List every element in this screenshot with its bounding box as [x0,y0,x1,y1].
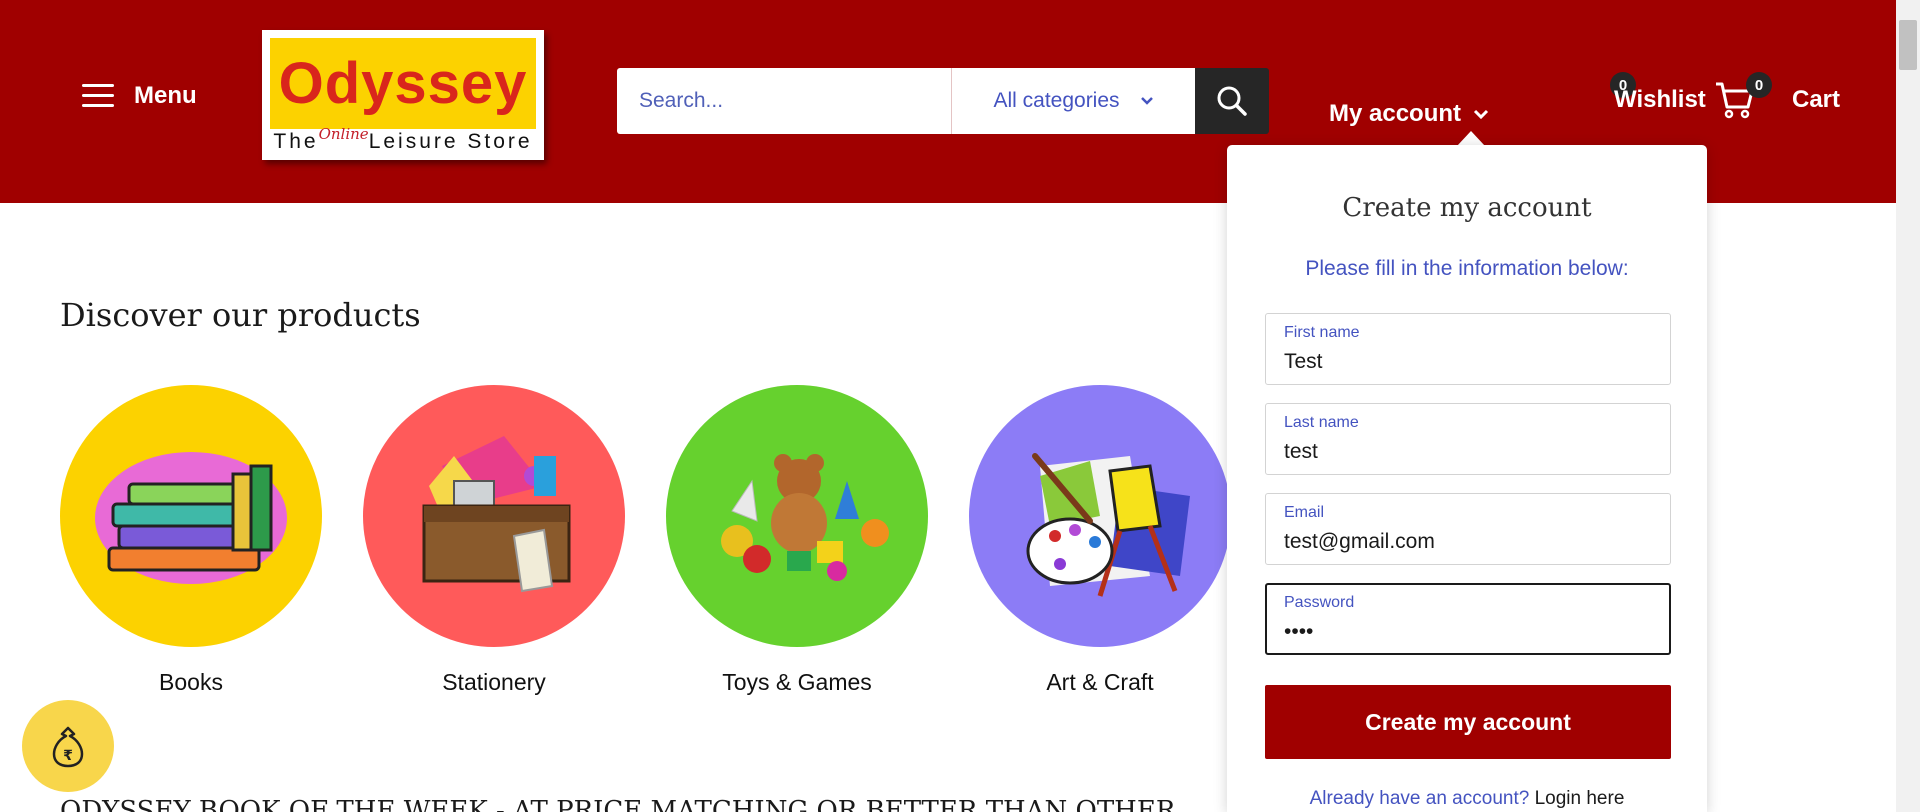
search-button[interactable] [1195,68,1269,134]
category-books[interactable]: Books [60,385,322,696]
search-icon [1217,86,1247,116]
category-label: Books [159,669,223,695]
category-art-craft[interactable]: Art & Craft [969,385,1231,696]
category-select[interactable]: All categories [951,68,1195,134]
logo-banner: Odyssey [270,38,536,129]
password-input[interactable]: •••• [1284,620,1664,644]
logo-tagline-script: Online [318,125,369,143]
chevron-down-icon [1473,109,1489,119]
search-input[interactable] [617,68,951,134]
logo-tagline: TheOnlineLeisure Store [262,125,544,154]
logo-brand: Odyssey [278,51,528,116]
hamburger-icon [82,84,114,108]
last-name-input[interactable]: test [1284,440,1664,464]
email-input[interactable]: test@gmail.com [1284,530,1664,554]
email-field[interactable]: Email test@gmail.com [1265,493,1671,565]
password-field[interactable]: Password •••• [1265,583,1671,655]
login-link[interactable]: Login here [1535,788,1625,809]
last-name-field[interactable]: Last name test [1265,403,1671,475]
login-prompt: Already have an account? Login here [1227,788,1707,810]
logo-tagline-right: Leisure Store [368,130,533,153]
book-of-week-heading: ODYSSEY BOOK OF THE WEEK - AT PRICE MATC… [60,796,1176,812]
cart-link[interactable]: Cart [1792,86,1840,114]
svg-text:₹: ₹ [63,748,73,764]
panel-subtitle: Please fill in the information below: [1305,257,1629,280]
site-logo[interactable]: Odyssey TheOnlineLeisure Store [262,30,544,160]
field-label: Password [1284,594,1355,611]
floating-money-button[interactable]: ₹ [22,700,114,792]
field-label: Last name [1284,414,1359,431]
category-label: Art & Craft [1046,669,1154,695]
category-label: Toys & Games [722,669,872,695]
my-account-toggle[interactable]: My account [1329,100,1489,128]
category-toys-games[interactable]: Toys & Games [666,385,928,696]
toys-icon [666,385,928,647]
chevron-down-icon [1140,97,1153,105]
create-account-button[interactable]: Create my account [1265,685,1671,759]
rupee-money-bag-icon: ₹ [52,726,84,768]
search-bar: All categories [617,68,1269,134]
books-icon [60,385,322,647]
stationery-box-icon [363,385,625,647]
panel-title: Create my account [1342,193,1592,223]
first-name-field[interactable]: First name Test [1265,313,1671,385]
dropdown-caret [1457,131,1485,146]
logo-tagline-left: The [273,130,319,153]
cart-count-badge: 0 [1746,72,1772,98]
menu-button[interactable]: Menu [82,82,197,110]
field-label: First name [1284,324,1360,341]
category-label: Stationery [442,669,546,695]
page-scrollbar[interactable] [1896,0,1920,812]
wishlist-link[interactable]: Wishlist [1614,86,1706,114]
field-label: Email [1284,504,1325,521]
category-select-label: All categories [993,89,1120,112]
section-title: Discover our products [60,296,421,334]
category-stationery[interactable]: Stationery [363,385,625,696]
login-question: Already have an account? [1309,788,1530,809]
create-account-panel: Create my account Please fill in the inf… [1227,145,1707,812]
first-name-input[interactable]: Test [1284,350,1664,374]
scrollbar-thumb[interactable] [1899,20,1917,70]
menu-label: Menu [134,82,197,109]
my-account-label: My account [1329,100,1462,127]
art-palette-icon [969,385,1231,647]
